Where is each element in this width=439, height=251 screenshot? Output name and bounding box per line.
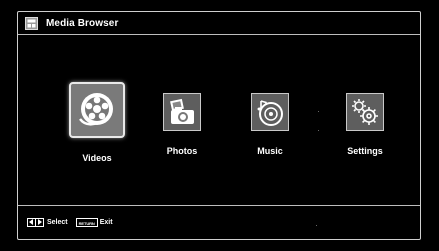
title-divider [18,34,420,35]
return-key-icon: RETURN [75,217,98,227]
screen-artifact [318,111,319,112]
media-browser-icon [25,16,38,30]
key-separator [35,218,36,226]
select-hint-label: Select [47,218,68,226]
camera-photo-icon [167,97,197,127]
menu-item-settings-label: Settings [347,146,383,156]
media-browser-frame: Media Browser Videos Photos Music Settin… [17,11,421,240]
menu-item-settings[interactable] [346,93,384,131]
left-right-keys-icon [27,217,44,227]
menu-item-videos[interactable] [69,82,125,138]
page-title: Media Browser [46,17,119,29]
title-bar: Media Browser [18,12,420,34]
left-arrow-icon [29,219,33,225]
right-arrow-icon [38,219,42,225]
menu-item-photos-label: Photos [166,146,198,156]
menu-item-photos[interactable] [163,93,201,131]
menu-item-music-label: Music [257,146,283,156]
media-browser-screen: Media Browser Videos Photos Music Settin… [0,0,439,251]
screen-artifact [318,130,319,131]
exit-hint-label: Exit [99,218,113,226]
menu-item-music[interactable] [251,93,289,131]
film-reel-icon [76,89,118,131]
menu-item-videos-label: Videos [82,153,112,163]
music-disc-icon [255,97,285,127]
footer-hints: Select RETURN Exit [18,212,420,232]
footer-divider [18,205,420,206]
gears-icon [350,97,380,127]
